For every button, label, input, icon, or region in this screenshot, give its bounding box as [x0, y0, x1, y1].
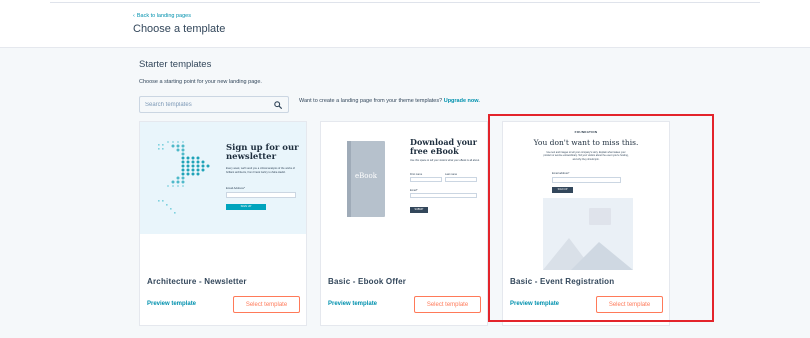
decorative-dot: [181, 156, 185, 160]
ebook-cover-label: eBook: [355, 172, 377, 180]
decorative-dot: [176, 176, 180, 180]
decorative-dot: [201, 164, 205, 168]
decorative-dot: [201, 160, 205, 164]
decorative-dot: [171, 144, 175, 148]
decorative-dot: [206, 164, 210, 168]
decorative-dot: [177, 141, 179, 143]
template-name: Basic - Ebook Offer: [328, 277, 407, 286]
decorative-plus: [166, 204, 168, 206]
decorative-dot: [181, 160, 185, 164]
chevron-left-icon: ‹: [133, 13, 135, 19]
back-link[interactable]: ‹ Back to landing pages: [133, 13, 191, 19]
thumb-input: [445, 177, 477, 182]
decorative-dot: [181, 152, 185, 156]
decorative-dot: [182, 141, 184, 143]
decorative-dot: [181, 164, 185, 168]
decorative-plus: [158, 144, 160, 146]
thumb-field-label: First name: [410, 173, 423, 176]
preview-template-link[interactable]: Preview template: [328, 301, 377, 307]
search-box: [139, 96, 289, 113]
decorative-dot: [191, 164, 195, 168]
decorative-dot: [167, 141, 169, 143]
decorative-dot: [196, 156, 200, 160]
decorative-dot: [191, 156, 195, 160]
back-link-label: Back to landing pages: [136, 13, 191, 19]
decorative-dot: [172, 141, 174, 143]
thumb-title: Sign up for our newsletter: [226, 143, 299, 162]
decorative-dot: [182, 185, 184, 187]
select-template-button[interactable]: Select template: [233, 296, 300, 313]
thumb-input: [226, 192, 296, 198]
template-card[interactable]: Sign up for our newsletter Every week, w…: [139, 121, 307, 326]
decorative-plus: [158, 200, 160, 202]
decorative-dot: [186, 164, 190, 168]
thumb-button: SUBMIT: [410, 207, 428, 213]
page-title: Choose a template: [133, 23, 226, 35]
decorative-dot: [181, 148, 185, 152]
template-thumbnail[interactable]: Sign up for our newsletter Every week, w…: [140, 122, 306, 234]
template-thumbnail[interactable]: eBook Download your free eBook Use this …: [321, 122, 487, 234]
preview-template-link[interactable]: Preview template: [147, 301, 196, 307]
decorative-dot: [177, 185, 179, 187]
decorative-dot: [186, 156, 190, 160]
decorative-plus: [158, 148, 160, 150]
template-name: Architecture - Newsletter: [147, 277, 247, 286]
search-icon[interactable]: [274, 101, 282, 109]
thumb-body: Every week, we'll send you a critical an…: [226, 167, 295, 174]
decorative-dot: [196, 172, 200, 176]
decorative-dot: [201, 168, 205, 172]
decorative-plus: [162, 144, 164, 146]
decorative-dot: [186, 168, 190, 172]
section-subtitle: Choose a starting point for your new lan…: [139, 79, 262, 85]
thumb-button: SIGN UP: [226, 204, 266, 210]
thumb-input: [410, 193, 477, 198]
decorative-plus: [170, 208, 172, 210]
page-header: ‹ Back to landing pages Choose a template: [0, 0, 810, 48]
selection-highlight: [488, 114, 714, 322]
thumb-body: Use this space to tell your visitors wha…: [410, 159, 480, 162]
decorative-dot: [196, 168, 200, 172]
decorative-dot: [181, 176, 185, 180]
decorative-dot: [176, 144, 180, 148]
decorative-dot: [196, 164, 200, 168]
decorative-dot: [176, 148, 180, 152]
thumb-field-label: Email Address*: [226, 186, 245, 190]
thumb-field-label: Last name: [445, 173, 458, 176]
decorative-dot: [186, 172, 190, 176]
decorative-plus: [174, 212, 176, 214]
template-card[interactable]: eBook Download your free eBook Use this …: [320, 121, 488, 326]
decorative-dot: [181, 180, 185, 184]
section-title: Starter templates: [139, 59, 212, 70]
select-template-button[interactable]: Select template: [414, 296, 481, 313]
decorative-dot: [176, 180, 180, 184]
decorative-dot: [172, 185, 174, 187]
decorative-dot: [171, 180, 175, 184]
decorative-dot: [181, 172, 185, 176]
decorative-dot: [181, 168, 185, 172]
decorative-plus: [162, 200, 164, 202]
decorative-dot: [191, 168, 195, 172]
decorative-dot: [186, 160, 190, 164]
upgrade-text: Want to create a landing page from your …: [299, 98, 443, 104]
thumb-field-label: Email*: [410, 189, 418, 192]
decorative-dot: [191, 172, 195, 176]
upgrade-prompt: Want to create a landing page from your …: [299, 98, 480, 104]
search-input[interactable]: [140, 97, 270, 112]
upgrade-link[interactable]: Upgrade now.: [444, 98, 480, 104]
decorative-dot: [191, 160, 195, 164]
dot-pattern-graphic: [158, 141, 210, 214]
thumb-input: [410, 177, 442, 182]
thumb-title: Download your free eBook: [410, 137, 477, 156]
decorative-plus: [162, 148, 164, 150]
decorative-dot: [167, 185, 169, 187]
decorative-dot: [196, 160, 200, 164]
ebook-cover: eBook: [347, 141, 385, 217]
decorative-dot: [181, 144, 185, 148]
